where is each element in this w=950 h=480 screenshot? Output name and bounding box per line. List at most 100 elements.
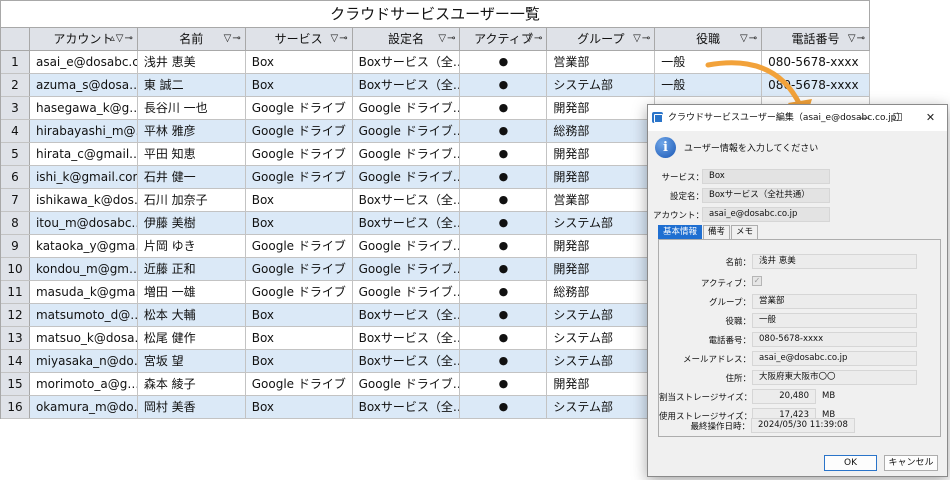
service-cell[interactable]: Google ドライブ [246, 143, 353, 165]
service-cell[interactable]: Google ドライブ [246, 120, 353, 142]
active-checkbox[interactable]: ✓ [752, 276, 762, 286]
filter-pin-icon[interactable]: ▽⊸ [848, 28, 866, 50]
header-group[interactable]: グループ ▽⊸ [547, 28, 656, 50]
header-phone[interactable]: 電話番号 ▽⊸ [762, 28, 870, 50]
ok-button[interactable]: OK [824, 455, 877, 471]
active-dot-icon[interactable]: ● [460, 120, 548, 142]
group-cell[interactable]: 開発部 [547, 258, 656, 280]
service-cell[interactable]: Box [246, 350, 353, 372]
header-setting[interactable]: 設定名 ▽⊸ [353, 28, 461, 50]
name-cell[interactable]: 岡村 美香 [138, 396, 246, 418]
service-cell[interactable]: Box [246, 189, 353, 211]
active-dot-icon[interactable]: ● [460, 396, 548, 418]
account-cell[interactable]: azuma_s@dosa… [30, 74, 138, 96]
sort-filter-pin-icon[interactable]: ▵▽⊸ [110, 28, 134, 50]
active-dot-icon[interactable]: ● [460, 373, 548, 395]
name-cell[interactable]: 松本 大輔 [138, 304, 246, 326]
account-cell[interactable]: ishi_k@gmail.com [30, 166, 138, 188]
active-dot-icon[interactable]: ● [460, 143, 548, 165]
group-cell[interactable]: 総務部 [547, 120, 656, 142]
group-cell[interactable]: 営業部 [547, 189, 656, 211]
group-cell[interactable]: 開発部 [547, 235, 656, 257]
cancel-button[interactable]: キャンセル [884, 455, 938, 471]
account-cell[interactable]: hasegawa_k@g… [30, 97, 138, 119]
service-cell[interactable]: Google ドライブ [246, 258, 353, 280]
filter-pin-icon[interactable]: ▽⊸ [224, 28, 242, 50]
tab-notes[interactable]: 備考 [703, 225, 731, 239]
group-cell[interactable]: システム部 [547, 327, 656, 349]
service-cell[interactable]: Google ドライブ [246, 97, 353, 119]
header-service[interactable]: サービス ▽⊸ [246, 28, 353, 50]
active-dot-icon[interactable]: ● [460, 212, 548, 234]
account-cell[interactable]: hirata_c@gmail.… [30, 143, 138, 165]
active-dot-icon[interactable]: ● [460, 97, 548, 119]
tab-memo[interactable]: メモ [731, 225, 759, 239]
setting-cell[interactable]: Google ドライブ… [353, 258, 461, 280]
group-cell[interactable]: 営業部 [547, 51, 656, 73]
name-cell[interactable]: 石川 加奈子 [138, 189, 246, 211]
setting-cell[interactable]: Google ドライブ… [353, 143, 461, 165]
header-name[interactable]: 名前 ▽⊸ [138, 28, 246, 50]
account-cell[interactable]: kondou_m@gm… [30, 258, 138, 280]
name-cell[interactable]: 増田 一雄 [138, 281, 246, 303]
header-position[interactable]: 役職 ▽⊸ [655, 28, 763, 50]
service-cell[interactable]: Google ドライブ [246, 166, 353, 188]
name-cell[interactable]: 浅井 恵美 [138, 51, 246, 73]
name-cell[interactable]: 松尾 健作 [138, 327, 246, 349]
filter-pin-icon[interactable]: ▽⊸ [525, 28, 543, 50]
filter-pin-icon[interactable]: ▽⊸ [740, 28, 758, 50]
service-cell[interactable]: Box [246, 304, 353, 326]
service-cell[interactable]: Box [246, 396, 353, 418]
name-cell[interactable]: 石井 健一 [138, 166, 246, 188]
setting-cell[interactable]: Google ドライブ… [353, 97, 461, 119]
setting-cell[interactable]: Boxサービス（全… [353, 189, 461, 211]
group-cell[interactable]: 開発部 [547, 166, 656, 188]
group-cell[interactable]: システム部 [547, 74, 656, 96]
group-cell[interactable]: 総務部 [547, 281, 656, 303]
service-cell[interactable]: Google ドライブ [246, 235, 353, 257]
active-dot-icon[interactable]: ● [460, 74, 548, 96]
name-cell[interactable]: 片岡 ゆき [138, 235, 246, 257]
group-cell[interactable]: システム部 [547, 304, 656, 326]
service-cell[interactable]: Google ドライブ [246, 373, 353, 395]
maximize-icon[interactable]: ☐ [881, 105, 914, 131]
header-active[interactable]: アクティブ ▽⊸ [460, 28, 548, 50]
name-cell[interactable]: 長谷川 一也 [138, 97, 246, 119]
setting-cell[interactable]: Boxサービス（全… [353, 396, 461, 418]
active-dot-icon[interactable]: ● [460, 281, 548, 303]
group-cell[interactable]: 開発部 [547, 97, 656, 119]
account-cell[interactable]: kataoka_y@gma… [30, 235, 138, 257]
setting-cell[interactable]: Google ドライブ… [353, 281, 461, 303]
group-cell[interactable]: 開発部 [547, 373, 656, 395]
name-cell[interactable]: 平林 雅彦 [138, 120, 246, 142]
filter-pin-icon[interactable]: ▽⊸ [331, 28, 349, 50]
setting-cell[interactable]: Google ドライブ… [353, 120, 461, 142]
service-cell[interactable]: Box [246, 327, 353, 349]
name-cell[interactable]: 森本 綾子 [138, 373, 246, 395]
setting-cell[interactable]: Boxサービス（全… [353, 74, 461, 96]
name-cell[interactable]: 伊藤 美樹 [138, 212, 246, 234]
setting-cell[interactable]: Boxサービス（全… [353, 350, 461, 372]
alloc-storage-field[interactable]: 20,480 [752, 389, 816, 404]
mail-field[interactable]: asai_e@dosabc.co.jp [752, 351, 917, 366]
group-cell[interactable]: システム部 [547, 350, 656, 372]
setting-cell[interactable]: Google ドライブ… [353, 166, 461, 188]
name-cell[interactable]: 宮坂 望 [138, 350, 246, 372]
service-cell[interactable]: Box [246, 51, 353, 73]
group-cell[interactable]: システム部 [547, 212, 656, 234]
header-account[interactable]: アカウント ▵▽⊸ [30, 28, 138, 50]
name-cell[interactable]: 近藤 正和 [138, 258, 246, 280]
account-cell[interactable]: miyasaka_n@do… [30, 350, 138, 372]
close-icon[interactable]: ✕ [914, 105, 947, 131]
service-cell[interactable]: Box [246, 74, 353, 96]
group-field[interactable]: 営業部 [752, 294, 917, 309]
address-field[interactable]: 大阪府東大阪市〇〇 [752, 370, 917, 385]
setting-cell[interactable]: Google ドライブ… [353, 235, 461, 257]
service-cell[interactable]: Box [246, 212, 353, 234]
account-cell[interactable]: hirabayashi_m@… [30, 120, 138, 142]
group-cell[interactable]: システム部 [547, 396, 656, 418]
position-field[interactable]: 一般 [752, 313, 917, 328]
account-cell[interactable]: matsumoto_d@… [30, 304, 138, 326]
setting-cell[interactable]: Boxサービス（全… [353, 212, 461, 234]
account-cell[interactable]: morimoto_a@g… [30, 373, 138, 395]
